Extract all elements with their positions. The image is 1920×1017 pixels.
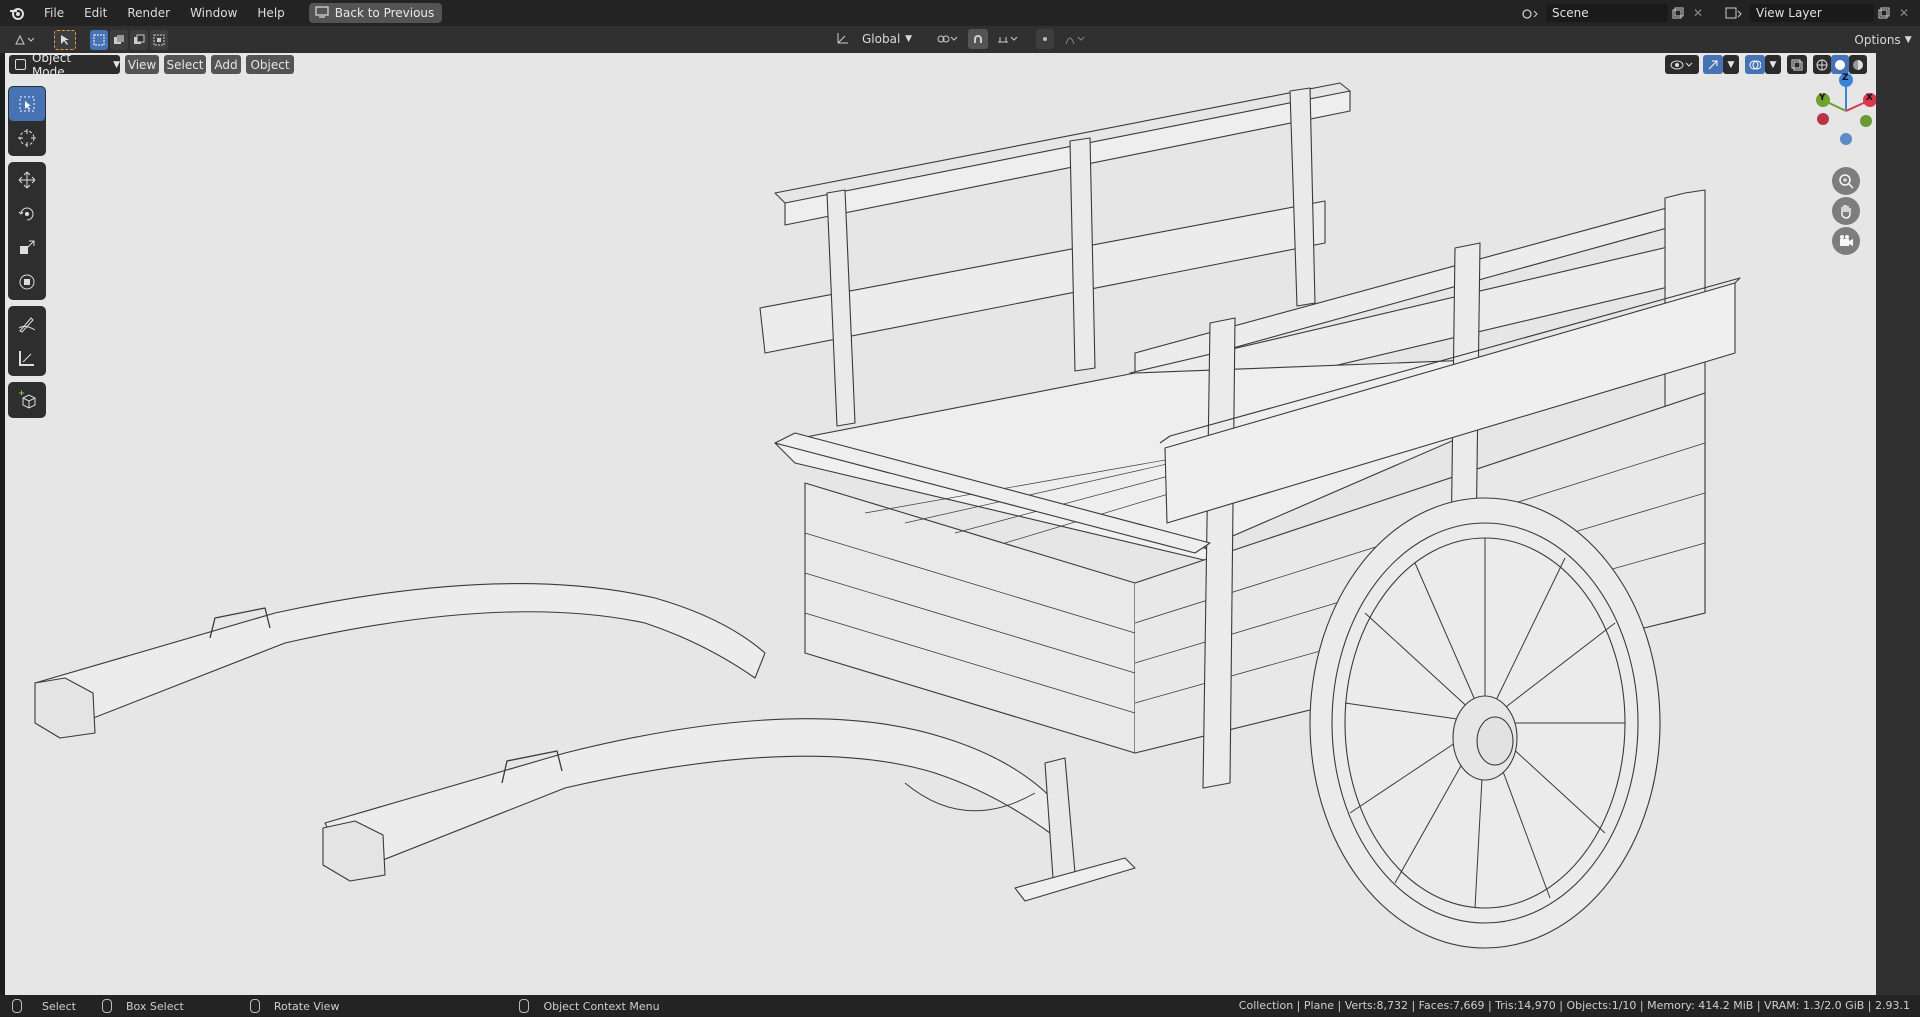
annotate-tools-group: [8, 306, 46, 376]
pan-view-hand-icon[interactable]: [1832, 197, 1860, 225]
transform-controls: Global ▼: [836, 29, 1090, 49]
menu-render[interactable]: Render: [117, 0, 180, 26]
scale-tool-icon[interactable]: [9, 231, 45, 265]
status-rotate-view: Rotate View: [249, 999, 340, 1013]
viewport-header: Object Mode ▼ View Select Add Object ▼ ▼: [5, 53, 1876, 79]
tool-header-bar: Global ▼ Options ▼: [0, 26, 1920, 53]
transform-tools-group: [8, 162, 46, 300]
select-mode-extend-icon[interactable]: [110, 29, 128, 50]
gizmo-x-label: X: [1866, 93, 1873, 103]
add-cube-tool-icon[interactable]: [9, 383, 45, 417]
status-bar: Select Box Select Rotate View Object Con…: [0, 995, 1920, 1017]
overlays-toggle-icon[interactable]: [1745, 55, 1765, 74]
zoom-view-button[interactable]: [1832, 167, 1860, 195]
delete-view-layer-icon[interactable]: ✕: [1894, 4, 1914, 22]
chevron-down-icon: ▼: [905, 34, 912, 44]
3d-viewport[interactable]: Object Mode ▼ View Select Add Object ▼ ▼: [5, 53, 1876, 995]
back-to-previous-label: Back to Previous: [334, 6, 435, 20]
status-context-menu-label: Object Context Menu: [543, 999, 660, 1013]
blender-logo-icon[interactable]: [0, 0, 34, 26]
select-menu[interactable]: Select: [164, 55, 206, 74]
falloff-dropdown[interactable]: [1060, 29, 1090, 49]
transform-tool-icon[interactable]: [9, 265, 45, 299]
tool-shelf: [8, 86, 46, 424]
object-mode-dropdown[interactable]: Object Mode ▼: [9, 53, 120, 79]
scene-selector-area: Scene ✕ View Layer ✕: [1516, 0, 1920, 26]
object-mode-label: Object Mode: [31, 53, 72, 79]
menu-edit[interactable]: Edit: [74, 0, 117, 26]
select-box-tool-icon[interactable]: [9, 87, 45, 121]
menu-window[interactable]: Window: [180, 0, 247, 26]
annotate-tool-icon[interactable]: [9, 307, 45, 341]
tool-select-icon[interactable]: [54, 29, 76, 50]
rotate-tool-icon[interactable]: [9, 197, 45, 231]
screen-icon: [315, 5, 329, 21]
scene-name-field[interactable]: Scene: [1546, 4, 1668, 22]
view-menu[interactable]: View: [125, 55, 159, 74]
mouse-drag-icon: [101, 999, 112, 1013]
gizmo-z-label: Z: [1842, 73, 1849, 83]
measure-tool-icon[interactable]: [9, 341, 45, 375]
select-tools-group: [8, 86, 46, 156]
select-mode-subtract-icon[interactable]: [130, 29, 148, 50]
menu-help[interactable]: Help: [247, 0, 294, 26]
back-to-previous-button[interactable]: Back to Previous: [308, 3, 443, 23]
object-mode-icon: [15, 59, 26, 70]
transform-orientation-label: Global: [862, 32, 901, 46]
options-dropdown[interactable]: Options ▼: [1854, 30, 1912, 50]
select-mode-invert-icon[interactable]: [150, 29, 168, 50]
mouse-left-icon: [12, 999, 22, 1013]
transform-orientation-dropdown[interactable]: Global ▼: [856, 29, 918, 49]
status-box-select-label: Box Select: [125, 999, 184, 1013]
select-mode-set-icon[interactable]: [90, 29, 108, 50]
gizmo-dropdown[interactable]: ▼: [1723, 55, 1739, 74]
mouse-middle-icon: [249, 999, 260, 1013]
camera-view-icon[interactable]: [1832, 227, 1860, 255]
gizmo-y-label: Y: [1819, 93, 1826, 103]
new-view-layer-icon[interactable]: [1874, 4, 1894, 22]
sidebar-edge: [1876, 53, 1920, 995]
overlays-dropdown[interactable]: ▼: [1765, 55, 1781, 74]
status-context-menu: Object Context Menu: [519, 999, 660, 1013]
menu-file[interactable]: File: [34, 0, 74, 26]
scene-browse-icon[interactable]: [1516, 4, 1546, 22]
status-select-label: Select: [42, 999, 76, 1013]
status-rotate-view-label: Rotate View: [273, 999, 340, 1013]
add-tools-group: [8, 382, 46, 418]
status-box-select: Box Select: [101, 999, 184, 1013]
cart-wireframe-model: [34, 82, 1741, 949]
object-menu[interactable]: Object: [246, 55, 294, 74]
options-label: Options: [1854, 33, 1901, 47]
snap-toggle-icon[interactable]: [968, 29, 988, 49]
chevron-down-icon: ▼: [113, 59, 120, 70]
mouse-right-icon: [519, 999, 530, 1013]
move-tool-icon[interactable]: [9, 163, 45, 197]
delete-scene-icon[interactable]: ✕: [1688, 4, 1708, 22]
transform-orientation-icon: [836, 31, 850, 48]
status-select: Select: [12, 999, 76, 1013]
visibility-dropdown[interactable]: [1665, 55, 1699, 74]
navigation-gizmo[interactable]: [1811, 71, 1876, 151]
cursor-tool-icon[interactable]: [9, 121, 45, 155]
top-menu-bar: File Edit Render Window Help Back to Pre…: [0, 0, 1920, 26]
view-layer-name-field[interactable]: View Layer: [1750, 4, 1874, 22]
view-layer-browse-icon[interactable]: [1718, 4, 1750, 22]
xray-toggle-icon[interactable]: [1787, 55, 1807, 74]
scene-statistics: Collection | Plane | Verts:8,732 | Faces…: [1238, 999, 1910, 1012]
editor-type-icon[interactable]: [10, 30, 40, 50]
pivot-point-dropdown[interactable]: [932, 29, 962, 49]
new-scene-icon[interactable]: [1668, 4, 1688, 22]
gizmo-toggle-icon[interactable]: [1703, 55, 1723, 74]
add-menu[interactable]: Add: [211, 55, 241, 74]
chevron-down-icon: ▼: [1904, 35, 1912, 45]
snap-target-dropdown[interactable]: [994, 29, 1020, 49]
proportional-edit-icon[interactable]: [1036, 29, 1054, 49]
